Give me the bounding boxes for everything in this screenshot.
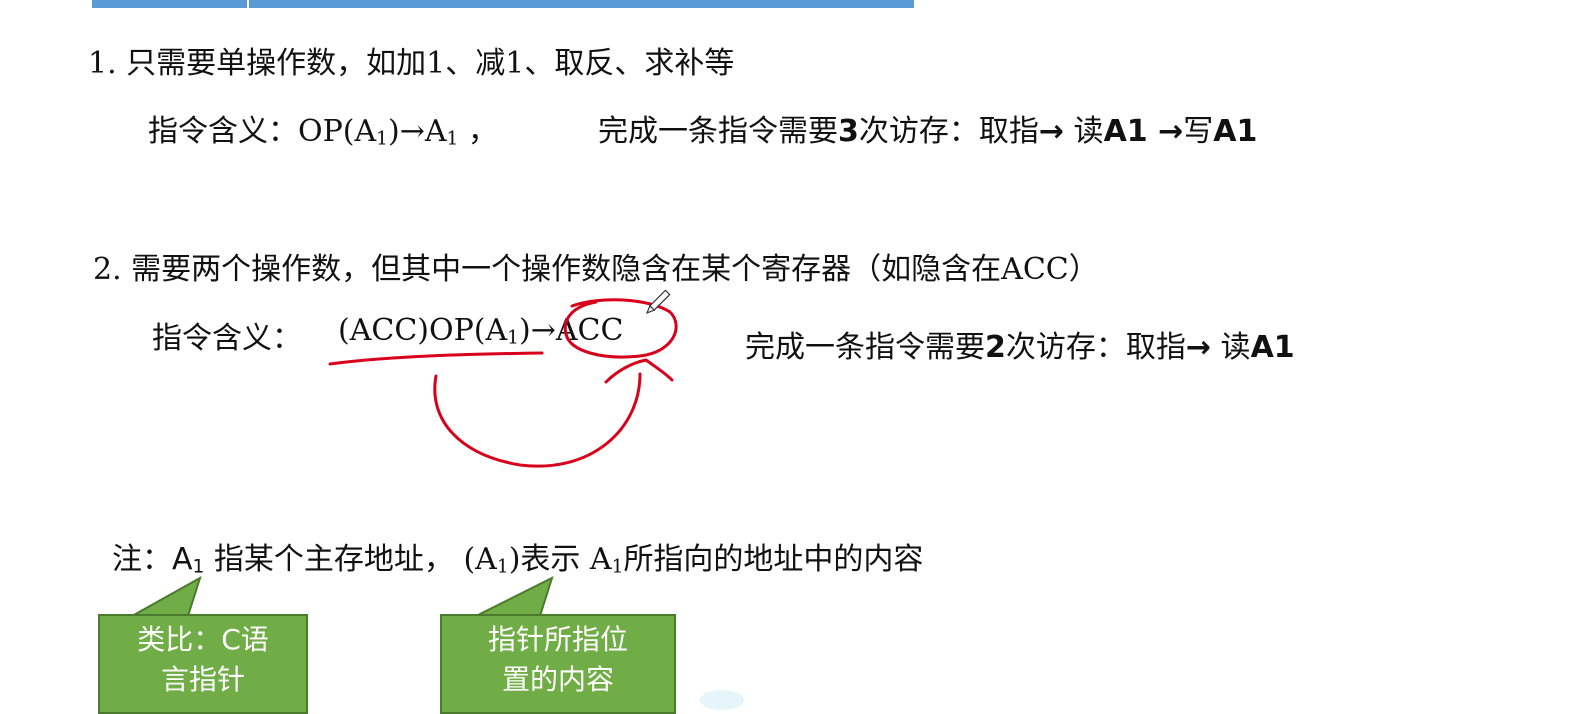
tab-separator (247, 0, 249, 8)
item-1-access: 完成一条指令需要3次访存：取指→ 读A1 →写A1 (598, 106, 1257, 150)
note-paren-sub: 1 (496, 556, 509, 578)
access-write-target: A1 (1213, 114, 1258, 149)
access-prefix: 完成一条指令需要 (745, 330, 985, 365)
note-a1-sub: 1 (192, 556, 205, 578)
footnote: 注：A1 指某个主存地址， (A1)表示 A1所指向的地址中的内容 (112, 534, 923, 578)
callout-right-line1: 指针所指位 (487, 623, 628, 656)
access-count: 3 (838, 114, 859, 149)
item-1-heading: 1. 只需要单操作数，如加1、减1、取反、求补等 (88, 46, 735, 81)
meaning-sub2: 1 (446, 128, 459, 150)
access-write: 写 (1183, 114, 1214, 149)
item-2-meaning-label: 指令含义： (152, 321, 302, 356)
meaning-op: OP(A (298, 114, 377, 149)
faint-decoration (700, 690, 744, 710)
note-tail: 所指向的地址中的内容 (623, 542, 924, 577)
note-mid: 指某个主存地址， (204, 542, 454, 577)
meaning-arrow: )→A (388, 114, 447, 149)
access-mid: 次访存：取指 (1005, 330, 1186, 365)
meaning-tail: ， (458, 114, 498, 149)
note-a1: A (172, 542, 193, 577)
note-prefix: 注： (112, 542, 172, 577)
top-tab-bar (92, 0, 914, 8)
access-arrow: → (1038, 114, 1065, 149)
callout-c-pointer-analogy: 类比：C语 言指针 (98, 614, 308, 714)
access-read: 读 (1211, 330, 1251, 365)
item-2-heading: 2. 需要两个操作数，但其中一个操作数隐含在某个寄存器（如隐含在ACC） (93, 252, 1099, 287)
callout-right-line2: 置的内容 (501, 663, 614, 696)
callout-pointed-content: 指针所指位 置的内容 (440, 614, 676, 714)
access-read-target: A1 (1250, 330, 1295, 365)
callout-left-line2: 言指针 (160, 663, 245, 696)
pencil-icon (645, 289, 671, 315)
expr-sub: 1 (507, 327, 519, 349)
access-count: 2 (985, 330, 1006, 365)
loop-arrow-stroke (433, 372, 642, 468)
access-read: 读 (1064, 114, 1104, 149)
underline-stroke (328, 351, 544, 366)
access-arrow-2: → (1147, 114, 1184, 149)
item-1-meaning: 指令含义：OP(A1)→A1 ， (148, 106, 498, 150)
note-paren-close: )表示 A (508, 542, 612, 577)
note-tail-sub: 1 (611, 556, 624, 578)
access-read-target: A1 (1103, 114, 1148, 149)
expr-a: (ACC)OP(A (338, 313, 508, 348)
meaning-sub: 1 (376, 128, 388, 150)
expr-b: )→ACC (518, 313, 624, 348)
callout-left-pointer (128, 575, 202, 617)
note-paren: (A (463, 542, 497, 577)
callout-left-line1: 类比：C语 (137, 623, 269, 656)
access-mid: 次访存：取指 (858, 114, 1039, 149)
item-2-access: 完成一条指令需要2次访存：取指→ 读A1 (745, 322, 1295, 366)
callout-right-pointer (475, 576, 554, 617)
access-prefix: 完成一条指令需要 (598, 114, 838, 149)
item-2-expression: (ACC)OP(A1)→ACC (338, 313, 623, 348)
meaning-label: 指令含义： (148, 114, 298, 149)
access-arrow: → (1185, 330, 1212, 365)
arrowhead-stroke (604, 358, 674, 384)
